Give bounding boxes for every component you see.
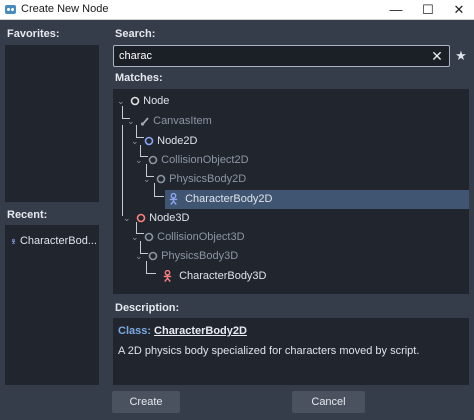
close-button[interactable]: ✕: [444, 0, 474, 20]
search-label: Search:: [115, 28, 156, 40]
collapse-arrow-icon[interactable]: ⌄: [131, 228, 141, 247]
collapse-arrow-icon[interactable]: ⌄: [135, 151, 145, 170]
tree-item-label: Node: [143, 95, 170, 107]
character-body-3d-icon: [163, 270, 172, 283]
recent-label: Recent:: [7, 209, 48, 221]
collision-object-2d-icon: [148, 155, 158, 165]
tree-item-label: CharacterBody2D: [185, 193, 273, 205]
character-body-2d-icon: [169, 193, 178, 206]
window-title: Create New Node: [21, 3, 109, 15]
tree-item-physicsbody3d[interactable]: ⌄ PhysicsBody3D: [135, 247, 238, 266]
brush-icon: [140, 117, 149, 126]
physics-body-2d-icon: [156, 174, 166, 184]
class-keyword: Class:: [118, 325, 152, 337]
tree-item-characterbody3d[interactable]: CharacterBody3D: [159, 267, 267, 286]
godot-logo-icon: [5, 5, 16, 14]
collapse-arrow-icon[interactable]: ⌄: [117, 92, 127, 111]
matches-tree[interactable]: ⌄ Node ⌄ CanvasItem ⌄ Node2D ⌄ Collision…: [113, 89, 469, 294]
node-icon: [130, 96, 140, 106]
tree-item-node2d[interactable]: ⌄ Node2D: [131, 132, 197, 151]
favorites-list[interactable]: [5, 45, 99, 202]
tree-item-physicsbody2d[interactable]: ⌄ PhysicsBody2D: [143, 170, 246, 189]
collapse-arrow-icon[interactable]: ⌄: [135, 247, 145, 266]
physics-body-3d-icon: [148, 251, 158, 261]
recent-item-characterbody2d[interactable]: CharacterBod...: [11, 233, 97, 249]
tree-item-canvasitem[interactable]: ⌄ CanvasItem: [127, 112, 212, 131]
description-panel: Class: CharacterBody2D A 2D physics body …: [113, 318, 469, 385]
tree-item-collisionobject3d[interactable]: ⌄ CollisionObject3D: [131, 228, 245, 247]
clear-search-icon[interactable]: ✕: [429, 48, 445, 64]
tree-item-node3d[interactable]: ⌄ Node3D: [123, 209, 189, 228]
search-input-value: charac: [119, 50, 153, 62]
tree-item-label: PhysicsBody2D: [169, 173, 247, 185]
favorites-label: Favorites:: [7, 28, 60, 40]
cancel-button[interactable]: Cancel: [292, 391, 365, 413]
collapse-arrow-icon[interactable]: ⌄: [123, 209, 133, 228]
description-text: A 2D physics body specialized for charac…: [118, 345, 420, 357]
window-titlebar[interactable]: Create New Node — ☐ ✕: [0, 0, 474, 20]
tree-item-label: CanvasItem: [153, 115, 212, 127]
tree-guide: [122, 125, 123, 216]
maximize-button[interactable]: ☐: [413, 0, 443, 20]
collapse-arrow-icon[interactable]: ⌄: [127, 112, 137, 131]
recent-item-label: CharacterBod...: [19, 235, 97, 247]
collision-object-3d-icon: [144, 232, 154, 242]
tree-item-label: Node2D: [157, 135, 198, 147]
tree-item-label: Node3D: [149, 212, 190, 224]
favorite-star-icon[interactable]: ★: [453, 47, 469, 65]
tree-item-label: PhysicsBody3D: [161, 250, 239, 262]
tree-item-node[interactable]: ⌄ Node: [117, 92, 169, 111]
matches-label: Matches:: [115, 72, 163, 84]
recent-list[interactable]: CharacterBod...: [5, 225, 99, 385]
node-3d-icon: [136, 213, 146, 223]
tree-item-label: CollisionObject3D: [157, 231, 245, 243]
character-body-2d-icon: [11, 238, 16, 244]
create-button[interactable]: Create: [112, 391, 180, 413]
tree-item-label: CollisionObject2D: [161, 154, 249, 166]
tree-item-characterbody2d[interactable]: CharacterBody2D: [165, 190, 469, 209]
collapse-arrow-icon[interactable]: ⌄: [143, 170, 153, 189]
tree-item-collisionobject2d[interactable]: ⌄ CollisionObject2D: [135, 151, 249, 170]
tree-item-label: CharacterBody3D: [179, 270, 267, 282]
search-input[interactable]: charac ✕: [113, 45, 450, 67]
collapse-arrow-icon[interactable]: ⌄: [131, 132, 141, 151]
description-label: Description:: [115, 302, 180, 314]
class-name-link[interactable]: CharacterBody2D: [154, 325, 247, 337]
minimize-button[interactable]: —: [381, 0, 411, 20]
class-line: Class: CharacterBody2D: [118, 325, 247, 337]
node-2d-icon: [144, 136, 154, 146]
